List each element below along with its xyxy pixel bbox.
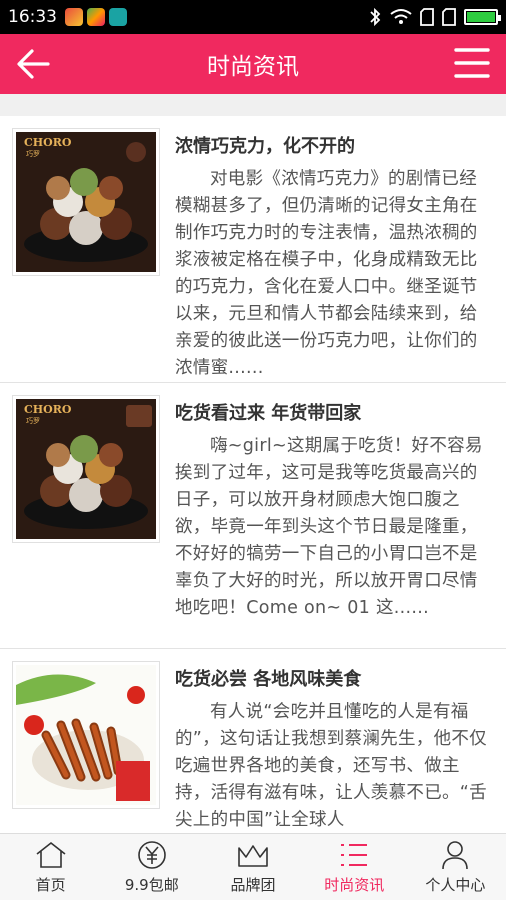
nav-free-shipping[interactable]: 9.9包邮 [101, 834, 202, 900]
wifi-icon [390, 9, 412, 24]
app-header: 时尚资讯 [0, 34, 506, 94]
page-title: 时尚资讯 [207, 54, 299, 80]
sim-icon [442, 8, 456, 26]
article-list[interactable]: CHORO 巧罗 浓情巧克力，化不开的 对电影《浓情巧克力》的剧情已经模糊甚多了… [0, 116, 506, 833]
article-item[interactable]: 吃货必尝 各地风味美食 有人说“会吃并且懂吃的人是有福的”，这句话让我想到蔡澜先… [0, 648, 506, 833]
chocolate-image: CHORO 巧罗 [16, 132, 156, 272]
home-icon [36, 841, 66, 868]
brand-logo-sub: 巧罗 [26, 417, 40, 425]
article-item[interactable]: CHORO 巧罗 浓情巧克力，化不开的 对电影《浓情巧克力》的剧情已经模糊甚多了… [0, 116, 506, 382]
status-bar: 16:33 [0, 0, 506, 34]
list-icon [341, 844, 368, 866]
crown-icon [238, 845, 268, 867]
nav-label: 时尚资讯 [324, 876, 385, 894]
nav-label: 品牌团 [230, 876, 276, 894]
article-item[interactable]: CHORO 巧罗 吃货看过来 年货带回家 嗨~girl~这期属于吃货！好不容易挨… [0, 382, 506, 648]
yen-icon [137, 841, 166, 869]
nav-brand-group[interactable]: 品牌团 [202, 834, 303, 900]
nav-profile[interactable]: 个人中心 [405, 834, 506, 900]
article-thumbnail: CHORO 巧罗 [12, 128, 160, 276]
battery-icon [464, 9, 501, 25]
food-image [16, 665, 156, 805]
sim-icon [420, 8, 434, 26]
menu-button[interactable] [454, 46, 490, 80]
status-indicators [368, 7, 501, 27]
brand-logo-text: CHORO [24, 136, 72, 149]
arrow-left-icon [17, 49, 50, 79]
bluetooth-icon [370, 7, 381, 27]
article-title[interactable]: 吃货看过来 年货带回家 [175, 399, 361, 425]
nav-fashion-news[interactable]: 时尚资讯 [304, 834, 405, 900]
hamburger-icon [454, 48, 490, 78]
nav-label: 首页 [35, 876, 66, 894]
brand-logo-text: CHORO [24, 403, 72, 416]
article-summary: 有人说“会吃并且懂吃的人是有福的”，这句话让我想到蔡澜先生，他不仅吃遍世界各地的… [175, 702, 487, 830]
brand-logo-sub: 巧罗 [26, 150, 40, 158]
article-thumbnail: CHORO 巧罗 [12, 395, 160, 543]
app-notification-icon [87, 8, 105, 26]
app-notification-icon [65, 8, 83, 26]
chocolate-image: CHORO 巧罗 [16, 399, 156, 539]
nav-label: 9.9包邮 [124, 876, 179, 894]
back-button[interactable] [16, 48, 52, 80]
nav-home[interactable]: 首页 [0, 834, 101, 900]
article-title[interactable]: 吃货必尝 各地风味美食 [175, 665, 361, 691]
article-title[interactable]: 浓情巧克力，化不开的 [175, 132, 355, 158]
person-icon [442, 841, 469, 870]
app-notification-icon [109, 8, 127, 26]
status-app-icons [65, 8, 127, 26]
nav-label: 个人中心 [425, 876, 486, 894]
bottom-navigation: 首页 9.9包邮 品牌团 时尚资讯 个人中心 [0, 833, 506, 900]
article-summary: 嗨~girl~这期属于吃货！好不容易挨到了过年，这可是我等吃货最高兴的日子，可以… [175, 436, 483, 618]
article-thumbnail [12, 661, 160, 809]
status-time: 16:33 [8, 7, 57, 27]
article-summary: 对电影《浓情巧克力》的剧情已经模糊甚多了，但仍清晰的记得女主角在制作巧克力时的专… [175, 169, 478, 378]
